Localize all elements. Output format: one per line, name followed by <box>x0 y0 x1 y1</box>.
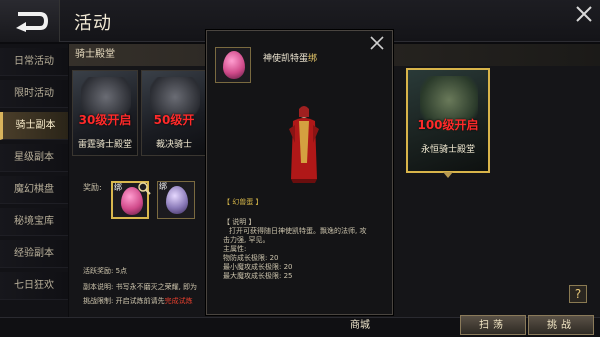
limit-highlight: 完成试炼 <box>164 297 193 305</box>
reward-slot[interactable]: 绑 <box>157 181 195 219</box>
tab-star-dungeon[interactable]: 星级副本 <box>0 144 68 172</box>
item-title: 神使凯特蛋绑 <box>263 51 317 64</box>
reward-slot[interactable]: 绑 <box>111 181 151 219</box>
challenge-limit: 挑战限制: 开启试炼前请先完成试炼 <box>83 296 193 306</box>
dungeon-card-eternal[interactable]: 100级开启 永恒骑士殿堂 <box>406 68 490 173</box>
challenge-button[interactable]: 挑战 <box>528 315 594 335</box>
close-icon[interactable] <box>369 35 385 51</box>
magnifier-icon <box>138 182 151 195</box>
dungeon-name: 裁决骑士 <box>155 140 192 150</box>
item-type-tag: 【 幻兽蛋 】 <box>223 198 263 206</box>
item-name: 神使凯特蛋 <box>263 54 309 64</box>
dungeon-card-thunder[interactable]: 30级开启 雷霆骑士殿堂 <box>72 70 138 156</box>
tab-magic-board[interactable]: 魔幻棋盘 <box>0 176 68 204</box>
back-button[interactable] <box>0 0 60 42</box>
item-tooltip: 神使凯特蛋绑 【 幻兽蛋 】 【 说明 】 打开可获得随日神使凯特蛋。飘逸的法师… <box>206 30 393 315</box>
sweep-button[interactable]: 扫荡 <box>460 315 526 335</box>
character-figure-icon <box>289 106 319 183</box>
reward-label: 奖励: <box>83 183 102 192</box>
tab-limited[interactable]: 限时活动 <box>0 80 68 108</box>
item-icon-frame <box>215 47 251 83</box>
bind-tag: 绑 <box>308 54 318 64</box>
sidebar: 日常活动 限时活动 骑士副本 星级副本 魔幻棋盘 秘境宝库 经验副本 七日狂欢 <box>0 44 68 337</box>
activity-reward: 活跃奖励: 5点 <box>83 267 128 275</box>
egg-icon <box>166 186 188 214</box>
dungeon-name: 雷霆骑士殿堂 <box>77 140 132 150</box>
selected-caret-icon <box>443 172 453 178</box>
dungeon-name: 永恒骑士殿堂 <box>420 145 475 155</box>
dungeon-card-judgement[interactable]: 50级开 裁决骑士 <box>141 70 207 156</box>
unlock-level: 100级开启 <box>417 118 479 132</box>
unlock-level: 30级开启 <box>78 113 132 127</box>
dungeon-description: 副本说明: 书写永不磨灭之荣耀, 即为 <box>83 283 198 291</box>
bind-tag: 绑 <box>159 182 167 191</box>
back-arrow-icon <box>16 12 48 32</box>
close-icon[interactable] <box>574 4 594 24</box>
shop-button[interactable]: 商城 <box>330 316 390 336</box>
page-title: 活动 <box>74 13 112 34</box>
tab-daily[interactable]: 日常活动 <box>0 48 68 76</box>
tab-secret-vault[interactable]: 秘境宝库 <box>0 208 68 236</box>
desc-line: 最大魔攻成长极限: 25 <box>223 272 293 280</box>
limit-text: 挑战限制: 开启试炼前请先 <box>83 297 165 305</box>
tab-exp-dungeon[interactable]: 经验副本 <box>0 240 68 268</box>
tab-seven-day[interactable]: 七日狂欢 <box>0 272 68 300</box>
unlock-level: 50级开 <box>153 113 195 127</box>
tab-knight-dungeon[interactable]: 骑士副本 <box>0 112 68 140</box>
help-button[interactable]: ? <box>569 285 587 303</box>
egg-icon <box>223 51 245 79</box>
bind-tag: 绑 <box>114 183 122 192</box>
